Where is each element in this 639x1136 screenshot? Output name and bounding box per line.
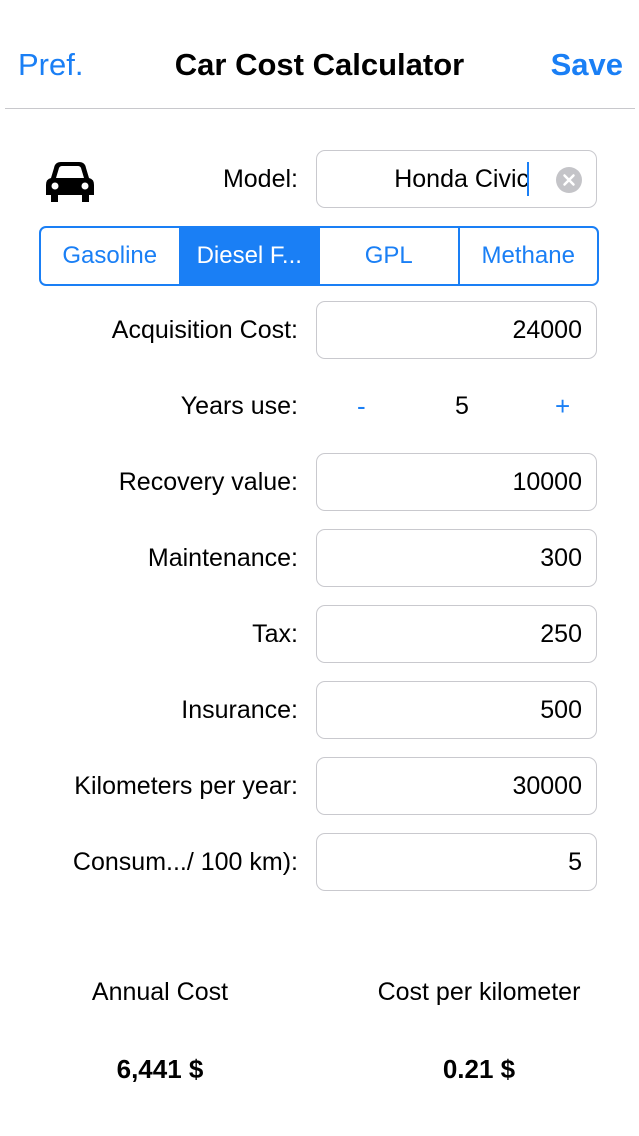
tax-value: 250 xyxy=(540,620,582,648)
consumption-label: Consum.../ 100 km): xyxy=(72,848,298,876)
consumption-field[interactable]: 5 xyxy=(316,833,597,891)
acquisition-cost-value: 24000 xyxy=(512,316,582,344)
km-per-year-value: 30000 xyxy=(512,772,582,800)
maintenance-value: 300 xyxy=(540,544,582,572)
model-value: Honda Civic xyxy=(394,165,529,193)
cost-per-km-value: 0.21 $ xyxy=(442,1054,516,1084)
years-use-value: 5 xyxy=(455,392,469,420)
model-label: Model: xyxy=(222,165,298,193)
recovery-value-field[interactable]: 10000 xyxy=(316,453,597,511)
annual-cost-label: Annual Cost xyxy=(91,978,229,1006)
cost-per-km-label: Cost per kilometer xyxy=(377,978,581,1006)
page-title: Car Cost Calculator xyxy=(174,47,465,82)
insurance-field[interactable]: 500 xyxy=(316,681,597,739)
segment-gasoline[interactable]: Gasoline xyxy=(41,228,179,284)
tax-field[interactable]: 250 xyxy=(316,605,597,663)
save-button[interactable]: Save xyxy=(551,47,623,83)
consumption-value: 5 xyxy=(568,848,582,876)
nav-divider xyxy=(5,108,635,109)
insurance-label: Insurance: xyxy=(181,696,298,724)
maintenance-label: Maintenance: xyxy=(147,544,298,572)
years-increment-button[interactable]: + xyxy=(555,391,570,422)
text-caret xyxy=(527,162,529,196)
fuel-type-segmented-control: Gasoline Diesel F... GPL Methane xyxy=(39,226,599,286)
km-per-year-label: Kilometers per year: xyxy=(74,772,298,800)
navigation-bar: Pref. Car Cost Calculator Save xyxy=(0,0,639,110)
acquisition-cost-field[interactable]: 24000 xyxy=(316,301,597,359)
years-decrement-button[interactable]: - xyxy=(357,391,366,422)
km-per-year-field[interactable]: 30000 xyxy=(316,757,597,815)
segment-diesel[interactable]: Diesel F... xyxy=(178,228,318,284)
recovery-value-value: 10000 xyxy=(512,468,582,496)
car-icon xyxy=(46,162,94,202)
model-field[interactable]: Honda Civic xyxy=(316,150,597,208)
clear-icon[interactable] xyxy=(556,167,582,193)
tax-label: Tax: xyxy=(252,620,298,648)
acquisition-cost-label: Acquisition Cost: xyxy=(111,316,298,344)
segment-methane[interactable]: Methane xyxy=(457,228,598,284)
maintenance-field[interactable]: 300 xyxy=(316,529,597,587)
years-use-label: Years use: xyxy=(180,392,298,420)
segment-gpl[interactable]: GPL xyxy=(318,228,458,284)
annual-cost-value: 6,441 $ xyxy=(116,1054,204,1084)
recovery-value-label: Recovery value: xyxy=(118,468,298,496)
insurance-value: 500 xyxy=(540,696,582,724)
